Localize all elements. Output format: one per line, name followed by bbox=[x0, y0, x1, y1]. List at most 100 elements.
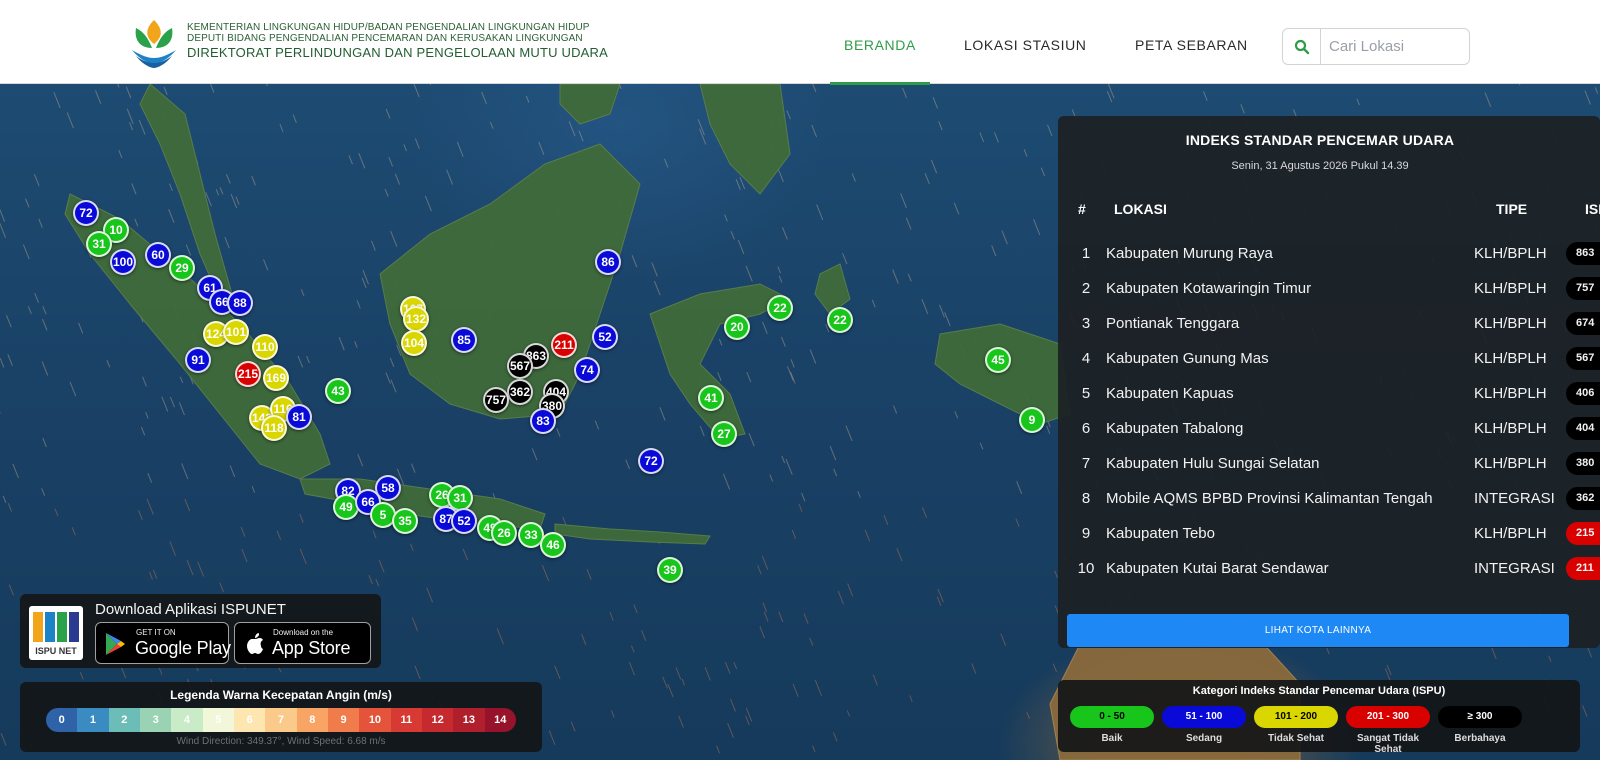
ranking-row[interactable]: 10 Kabupaten Kutai Barat Sendawar INTEGRAS… bbox=[1058, 551, 1600, 586]
app-store-big-text: App Store bbox=[272, 638, 351, 658]
ispu-category-label: Sedang bbox=[1185, 733, 1223, 744]
ranking-row[interactable]: 3 Pontianak Tenggara KLH/BPLH 674 bbox=[1058, 306, 1600, 341]
search-input[interactable] bbox=[1329, 36, 1459, 56]
station-marker[interactable]: 101 bbox=[223, 319, 249, 345]
wind-color-scale: 0 1 2 3 4 5 6 7 8 9 10 11 12 13 14 bbox=[46, 708, 516, 732]
ranking-row[interactable]: 2 Kabupaten Kotawaringin Timur KLH/BPLH 757 bbox=[1058, 271, 1600, 306]
station-marker[interactable]: 20 bbox=[724, 314, 750, 340]
row-location: Kabupaten Kotawaringin Timur bbox=[1106, 280, 1312, 297]
wind-scale-step: 7 bbox=[265, 708, 297, 732]
row-location: Kabupaten Tabalong bbox=[1106, 420, 1244, 437]
app-logo-text: ISPU NET bbox=[35, 646, 77, 656]
ranking-row[interactable]: 9 Kabupaten Tebo KLH/BPLH 215 bbox=[1058, 516, 1600, 551]
ispu-category-label: Berbahaya bbox=[1454, 733, 1506, 744]
ranking-row[interactable]: 7 Kabupaten Hulu Sungai Selatan KLH/BPLH 38… bbox=[1058, 446, 1600, 481]
row-ispu-badge: 567 bbox=[1566, 347, 1600, 370]
station-marker[interactable]: 88 bbox=[227, 290, 253, 316]
row-rank: 6 bbox=[1081, 420, 1091, 437]
station-marker[interactable]: 43 bbox=[325, 378, 351, 404]
ranking-row[interactable]: 6 Kabupaten Tabalong KLH/BPLH 404 bbox=[1058, 411, 1600, 446]
station-marker[interactable]: 100 bbox=[110, 249, 136, 275]
wind-scale-step: 1 bbox=[77, 708, 109, 732]
header-tipe: TIPE bbox=[1496, 201, 1528, 217]
wind-speed-legend: Legenda Warna Kecepatan Angin (m/s) 0123… bbox=[20, 682, 542, 752]
station-marker[interactable]: 72 bbox=[638, 448, 664, 474]
station-marker[interactable]: 22 bbox=[827, 307, 853, 333]
row-type: KLH/BPLH bbox=[1474, 280, 1547, 297]
wind-scale-step: 2 bbox=[108, 708, 140, 732]
station-marker[interactable]: 86 bbox=[595, 249, 621, 275]
google-play-icon bbox=[106, 633, 125, 655]
row-ispu-badge: 863 bbox=[1566, 242, 1600, 265]
station-marker[interactable]: 39 bbox=[657, 557, 683, 583]
nav-peta-sebaran[interactable]: PETA SEBARAN bbox=[1135, 37, 1248, 53]
station-marker[interactable]: 46 bbox=[540, 532, 566, 558]
ranking-row[interactable]: 1 Kabupaten Murung Raya KLH/BPLH 863 bbox=[1058, 236, 1600, 271]
apple-icon bbox=[247, 633, 263, 654]
row-type: KLH/BPLH bbox=[1474, 315, 1547, 332]
row-rank: 5 bbox=[1081, 385, 1091, 402]
row-location: Kabupaten Murung Raya bbox=[1106, 245, 1273, 262]
header-num: # bbox=[1078, 201, 1086, 217]
station-marker[interactable]: 60 bbox=[145, 242, 171, 268]
station-marker[interactable]: 211 bbox=[551, 332, 577, 358]
station-marker[interactable]: 215 bbox=[235, 361, 261, 387]
panel-title: INDEKS STANDAR PENCEMAR UDARA bbox=[1185, 132, 1455, 148]
klh-logo-icon[interactable] bbox=[126, 14, 182, 70]
station-marker[interactable]: 27 bbox=[711, 421, 737, 447]
row-ispu-badge: 406 bbox=[1566, 382, 1600, 405]
nav-lokasi-stasiun[interactable]: LOKASI STASIUN bbox=[964, 37, 1087, 53]
row-ispu-badge: 362 bbox=[1566, 487, 1600, 510]
ispu-legend-title: Kategori Indeks Standar Pencemar Udara (… bbox=[1192, 685, 1446, 697]
station-marker[interactable]: 169 bbox=[263, 365, 289, 391]
station-marker[interactable]: 52 bbox=[451, 508, 477, 534]
ranking-row[interactable]: 4 Kabupaten Gunung Mas KLH/BPLH 567 bbox=[1058, 341, 1600, 376]
row-type: INTEGRASI bbox=[1474, 490, 1555, 507]
ranking-row[interactable]: 5 Kabupaten Kapuas KLH/BPLH 406 bbox=[1058, 376, 1600, 411]
row-ispu-badge: 674 bbox=[1566, 312, 1600, 335]
station-marker[interactable]: 85 bbox=[451, 327, 477, 353]
search-icon bbox=[1294, 39, 1309, 54]
row-ispu-badge: 215 bbox=[1566, 522, 1600, 545]
header-lokasi: LOKASI bbox=[1114, 201, 1167, 217]
search-button[interactable] bbox=[1283, 29, 1321, 64]
station-marker[interactable]: 35 bbox=[392, 508, 418, 534]
row-rank: 7 bbox=[1081, 455, 1091, 472]
row-rank: 9 bbox=[1081, 525, 1091, 542]
station-marker[interactable]: 41 bbox=[698, 385, 724, 411]
station-marker[interactable]: 81 bbox=[286, 404, 312, 430]
nav-beranda[interactable]: BERANDA bbox=[844, 37, 916, 53]
station-marker[interactable]: 74 bbox=[574, 357, 600, 383]
wind-scale-step: 4 bbox=[171, 708, 203, 732]
station-marker[interactable]: 362 bbox=[507, 379, 533, 405]
station-marker[interactable]: 52 bbox=[592, 324, 618, 350]
station-marker[interactable]: 91 bbox=[185, 347, 211, 373]
see-more-cities-button[interactable]: LIHAT KOTA LAINNYA bbox=[1067, 614, 1569, 647]
station-marker[interactable]: 118 bbox=[261, 415, 287, 441]
ranking-row[interactable]: 8 Mobile AQMS BPBD Provinsi Kalimantan Te… bbox=[1058, 481, 1600, 516]
station-marker[interactable]: 26 bbox=[491, 520, 517, 546]
station-marker[interactable]: 31 bbox=[86, 231, 112, 257]
org-line-3: DIREKTORAT PERLINDUNGAN DAN PENGELOLAAN … bbox=[187, 45, 609, 60]
row-rank: 8 bbox=[1081, 490, 1091, 507]
station-marker[interactable]: 9 bbox=[1019, 407, 1045, 433]
row-location: Pontianak Tenggara bbox=[1106, 315, 1240, 332]
station-marker[interactable]: 110 bbox=[252, 334, 278, 360]
station-marker[interactable]: 132 bbox=[403, 306, 429, 332]
download-title: Download Aplikasi ISPUNET bbox=[95, 601, 286, 618]
google-play-button[interactable]: GET IT ON Google Play bbox=[95, 622, 231, 664]
station-marker[interactable]: 22 bbox=[767, 295, 793, 321]
google-play-small-text: GET IT ON bbox=[136, 628, 176, 637]
station-marker[interactable]: 29 bbox=[169, 255, 195, 281]
nav-active-indicator bbox=[830, 82, 930, 85]
station-marker[interactable]: 104 bbox=[401, 330, 427, 356]
row-type: KLH/BPLH bbox=[1474, 245, 1547, 262]
app-store-small-text: Download on the bbox=[273, 628, 334, 637]
app-download-box: ISPU NET Download Aplikasi ISPUNET GET I… bbox=[20, 594, 381, 668]
station-marker[interactable]: 83 bbox=[530, 408, 556, 434]
station-marker[interactable]: 72 bbox=[73, 200, 99, 226]
app-store-button[interactable]: Download on the App Store bbox=[234, 622, 371, 664]
station-marker[interactable]: 567 bbox=[507, 353, 533, 379]
station-marker[interactable]: 45 bbox=[985, 347, 1011, 373]
station-marker[interactable]: 757 bbox=[483, 387, 509, 413]
